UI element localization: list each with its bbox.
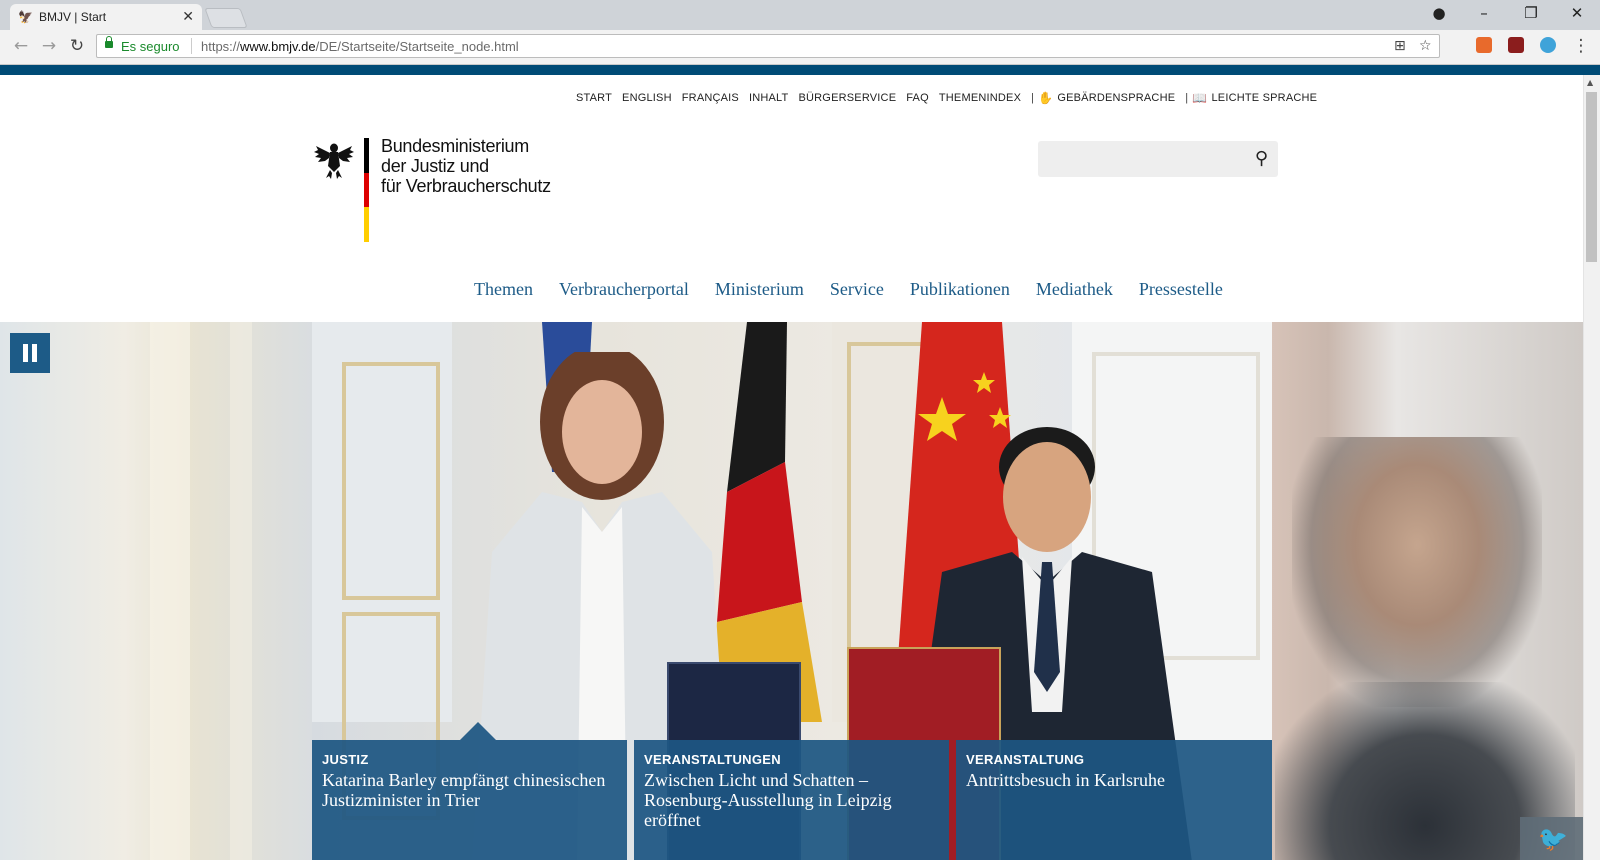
meta-nav-divider: | xyxy=(1185,92,1189,104)
meta-nav-francais[interactable]: FRANÇAIS xyxy=(682,92,739,104)
restore-icon[interactable]: ❐ xyxy=(1519,4,1543,22)
main-navigation: Themen Verbraucherportal Ministerium Ser… xyxy=(474,279,1249,300)
teaser-title: Antrittsbesuch in Karlsruhe xyxy=(966,770,1165,790)
teaser-category: VERANSTALTUNG xyxy=(966,752,1085,767)
teaser-title: Zwischen Licht und Schatten – Rosenburg-… xyxy=(644,770,892,830)
meta-nav-inhalt[interactable]: INHALT xyxy=(749,92,789,104)
hero-teasers: JUSTIZ Katarina Barley empfängt chinesis… xyxy=(312,740,1272,860)
teaser-category: JUSTIZ xyxy=(322,752,369,767)
logo-line-3: für Verbraucherschutz xyxy=(381,176,551,196)
nav-themen[interactable]: Themen xyxy=(474,279,533,300)
address-bar[interactable]: Es seguro https://www.bmjv.de/DE/Startse… xyxy=(96,34,1440,58)
close-tab-icon[interactable]: ✕ xyxy=(182,9,194,25)
federal-eagle-icon xyxy=(314,143,354,179)
site-search-input[interactable]: ⚲ xyxy=(1038,141,1278,177)
sign-language-icon: ✋ xyxy=(1038,91,1054,105)
back-icon[interactable]: ← xyxy=(10,36,32,56)
nav-publikationen[interactable]: Publikationen xyxy=(910,279,1010,300)
meta-nav-buergerservice[interactable]: BÜRGERSERVICE xyxy=(798,92,896,104)
bookmark-star-icon[interactable]: ☆ xyxy=(1419,38,1432,54)
teaser-card[interactable]: VERANSTALTUNG Antrittsbesuch in Karlsruh… xyxy=(956,740,1272,860)
nav-service[interactable]: Service xyxy=(830,279,884,300)
nav-ministerium[interactable]: Ministerium xyxy=(715,279,804,300)
twitter-icon: 🐦 xyxy=(1538,825,1568,853)
nav-verbraucherportal[interactable]: Verbraucherportal xyxy=(559,279,689,300)
browser-tab[interactable]: 🦅 BMJV | Start ✕ xyxy=(10,4,202,30)
meta-nav-faq[interactable]: FAQ xyxy=(906,92,929,104)
meta-nav-start[interactable]: START xyxy=(576,92,612,104)
ministry-name: Bundesministerium der Justiz und für Ver… xyxy=(381,136,551,196)
ministry-logo[interactable]: Bundesministerium der Justiz und für Ver… xyxy=(312,136,562,246)
lock-icon xyxy=(105,36,113,48)
minimize-icon[interactable]: – xyxy=(1472,4,1496,22)
browser-tab-bar: 🦅 BMJV | Start ✕ ● – ❐ ✕ xyxy=(0,0,1600,30)
meta-nav-easy-language[interactable]: LEICHTE SPRACHE xyxy=(1211,92,1317,104)
profile-icon[interactable]: ● xyxy=(1427,4,1451,22)
search-icon[interactable]: ⚲ xyxy=(1255,148,1268,169)
scroll-up-icon[interactable]: ▲ xyxy=(1587,78,1593,87)
url-text[interactable]: https://www.bmjv.de/DE/Startseite/Starts… xyxy=(201,39,519,54)
site-favicon-icon: 🦅 xyxy=(18,10,33,24)
url-path: /DE/Startseite/Startseite_node.html xyxy=(315,39,519,54)
teaser-card[interactable]: JUSTIZ Katarina Barley empfängt chinesis… xyxy=(312,740,627,860)
hero-blur-figure xyxy=(1292,437,1542,707)
meta-nav-themenindex[interactable]: THEMENINDEX xyxy=(939,92,1021,104)
translate-icon[interactable]: ⊞ xyxy=(1394,38,1406,54)
office-extension-icon[interactable] xyxy=(1476,37,1492,53)
meta-nav-sign-language[interactable]: GEBÄRDENSPRACHE xyxy=(1057,92,1175,104)
nav-mediathek[interactable]: Mediathek xyxy=(1036,279,1113,300)
pdf-extension-icon[interactable] xyxy=(1508,37,1524,53)
address-separator xyxy=(191,38,192,54)
flag-stripe xyxy=(364,138,369,242)
close-window-icon[interactable]: ✕ xyxy=(1565,4,1589,22)
hero-blur-left xyxy=(0,322,312,860)
meta-nav-divider: | xyxy=(1031,92,1035,104)
meta-navigation: START ENGLISH FRANÇAIS INHALT BÜRGERSERV… xyxy=(576,91,1327,105)
menu-icon[interactable]: ⋮ xyxy=(1570,36,1592,56)
pause-slider-button[interactable] xyxy=(10,333,50,373)
url-host: www.bmjv.de xyxy=(240,39,316,54)
meta-nav-english[interactable]: ENGLISH xyxy=(622,92,672,104)
teaser-title: Katarina Barley empfängt chinesischen Ju… xyxy=(322,770,606,810)
scrollbar-thumb[interactable] xyxy=(1586,92,1597,262)
easy-language-icon: 📖 xyxy=(1192,91,1208,105)
site-top-bar xyxy=(0,65,1600,75)
active-teaser-indicator xyxy=(460,722,496,740)
new-tab-button[interactable] xyxy=(204,8,248,28)
logo-line-2: der Justiz und xyxy=(381,156,489,176)
twitter-button[interactable]: 🐦 xyxy=(1520,817,1583,860)
teaser-category: VERANSTALTUNGEN xyxy=(644,752,781,767)
teaser-card[interactable]: VERANSTALTUNGEN Zwischen Licht und Schat… xyxy=(634,740,949,860)
tab-title: BMJV | Start xyxy=(38,10,107,24)
logo-line-1: Bundesministerium xyxy=(381,136,529,156)
secure-label: Es seguro xyxy=(121,39,180,54)
reload-icon[interactable]: ↻ xyxy=(66,36,88,56)
browser-toolbar: ← → ↻ Es seguro https://www.bmjv.de/DE/S… xyxy=(0,30,1600,65)
url-scheme: https:// xyxy=(201,39,241,54)
pause-icon xyxy=(23,344,28,362)
forward-icon[interactable]: → xyxy=(38,36,60,56)
nav-pressestelle[interactable]: Pressestelle xyxy=(1139,279,1223,300)
pause-icon-bar xyxy=(32,344,37,362)
sync-extension-icon[interactable] xyxy=(1540,37,1556,53)
